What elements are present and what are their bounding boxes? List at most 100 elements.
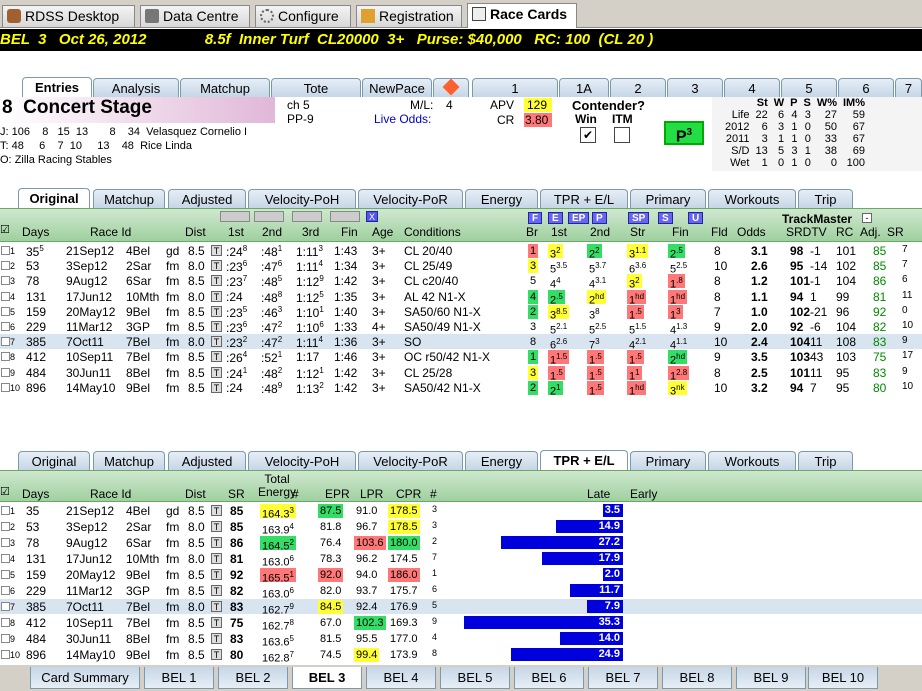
pp-tab-velocity-por[interactable]: Velocity-PoR — [358, 189, 463, 208]
tab-rdss-desktop[interactable]: RDSS Desktop — [2, 5, 135, 27]
bottom-tab-bel-6[interactable]: BEL 6 — [514, 667, 584, 689]
table-row[interactable]: 2 53 3Sep12 2Sar fm 8.0 T:236:476 1:114 1:34 3+ CL… — [0, 258, 922, 276]
row-checkbox[interactable] — [1, 586, 10, 595]
table-row[interactable]: 3 78 9Aug12 6Sar fm 8.5 T:237:485 1:129 1:42 3+ CL… — [0, 273, 922, 291]
table-row[interactable]: 9 484 30Jun11 8Bel fm 8.5 T:241:482 1:121 1:42 3+… — [0, 365, 922, 382]
tab-newpace[interactable]: NewPace — [362, 78, 432, 97]
tpr-select-all-checkbox[interactable]: ☑ — [0, 485, 10, 498]
tab-horse-3[interactable]: 3 — [667, 78, 723, 97]
pace-button-p[interactable]: P — [592, 212, 607, 224]
tpr-tab-adjusted[interactable]: Adjusted — [168, 451, 246, 470]
pace-button-s[interactable]: S — [658, 212, 673, 224]
row-checkbox[interactable] — [1, 261, 10, 271]
tab-horse-2[interactable]: 2 — [610, 78, 666, 97]
table-row[interactable]: 1 35 21Sep12 4Bel gd 8.5 T 85 164.33 87.5 91.0 178.… — [0, 503, 922, 521]
close-fractions-icon[interactable]: X — [366, 211, 378, 222]
itm-checkbox[interactable] — [614, 127, 630, 143]
tpr-tab-tpr-e-l[interactable]: TPR + E/L — [540, 450, 628, 471]
bottom-tab-card-summary[interactable]: Card Summary — [30, 667, 140, 689]
tab-race-cards[interactable]: Race Cards — [467, 3, 577, 28]
tab-horse-1a[interactable]: 1A — [559, 78, 609, 97]
pp-tab-primary[interactable]: Primary — [630, 189, 706, 208]
table-row[interactable]: 9 484 30Jun11 8Bel fm 8.5 T 83 163.65 81.5 95.5 177… — [0, 631, 922, 649]
row-checkbox[interactable] — [1, 291, 10, 301]
tab-matchup[interactable]: Matchup — [180, 78, 270, 97]
table-row[interactable]: 4 131 17Jun12 10Mth fm 8.0 T 81 163.06 78.3 96.2 17… — [0, 551, 922, 569]
bottom-tab-bel-5[interactable]: BEL 5 — [440, 667, 510, 689]
table-row[interactable]: 6 229 11Mar12 3GP fm 8.5 T 82 163.06 82.0 93.7 175.… — [0, 583, 922, 601]
select-all-checkbox[interactable]: ☑ — [0, 223, 10, 236]
bottom-tab-bel-10[interactable]: BEL 10 — [808, 667, 878, 689]
row-checkbox[interactable] — [1, 522, 10, 531]
tpr-tab-original[interactable]: Original — [18, 451, 90, 470]
tab-horse-4[interactable]: 4 — [724, 78, 780, 97]
row-checkbox[interactable] — [1, 554, 10, 563]
tpr-tab-matchup[interactable]: Matchup — [93, 451, 165, 470]
row-checkbox[interactable] — [1, 246, 10, 255]
table-row[interactable]: 1 355 21Sep12 4Bel gd 8.5 T:248:481 1:113 1:43 3+… — [0, 243, 922, 261]
pp-tab-velocity-poh[interactable]: Velocity-PoH — [248, 189, 356, 208]
table-row[interactable]: 7 385 7Oct11 7Bel fm 8.0 T 83 162.79 84.5 92.4 176.… — [0, 599, 922, 617]
pp-tab-original[interactable]: Original — [18, 188, 90, 209]
bottom-tab-bel-9[interactable]: BEL 9 — [736, 667, 806, 689]
bottom-tab-bel-8[interactable]: BEL 8 — [662, 667, 732, 689]
tab-entries[interactable]: Entries — [22, 77, 92, 98]
tpr-tab-trip[interactable]: Trip — [798, 451, 853, 470]
fraction-2-button[interactable] — [254, 211, 284, 222]
row-checkbox[interactable] — [1, 570, 10, 579]
row-checkbox[interactable] — [1, 382, 10, 392]
table-row[interactable]: 5 159 20May12 9Bel fm 8.5 T:235:463 1:101 1:40 3+… — [0, 304, 922, 321]
pp-tab-workouts[interactable]: Workouts — [708, 189, 796, 208]
pace-button-sp[interactable]: SP — [628, 212, 650, 224]
pace-button-e[interactable]: E — [548, 212, 563, 224]
p3-button[interactable]: P3 — [664, 121, 704, 145]
tab-data-centre[interactable]: Data Centre — [140, 5, 250, 27]
bottom-tab-bel-3[interactable]: BEL 3 — [292, 667, 362, 689]
row-checkbox[interactable] — [1, 506, 10, 515]
pp-tab-energy[interactable]: Energy — [465, 189, 538, 208]
tab-pace-icon[interactable] — [433, 78, 469, 97]
row-checkbox[interactable] — [1, 538, 10, 547]
pace-button-f[interactable]: F — [528, 212, 543, 224]
tab-horse-5[interactable]: 5 — [781, 78, 837, 97]
tab-tote[interactable]: Tote — [271, 78, 361, 97]
row-checkbox[interactable] — [1, 352, 10, 362]
table-row[interactable]: 10 896 14May10 9Bel fm 8.5 T:24:489 1:132 1:42 3+… — [0, 380, 922, 397]
table-row[interactable]: 6 229 11Mar12 3GP fm 8.5 T:236:472 1:106 1:33 4+ S… — [0, 319, 922, 337]
tab-analysis[interactable]: Analysis — [93, 78, 179, 97]
collapse-button[interactable]: - — [862, 213, 872, 223]
pp-tab-adjusted[interactable]: Adjusted — [168, 189, 246, 208]
pp-tab-trip[interactable]: Trip — [798, 189, 853, 208]
row-checkbox[interactable] — [1, 618, 10, 627]
table-row[interactable]: 2 53 3Sep12 2Sar fm 8.0 T 85 163.94 81.8 96.7 178.5… — [0, 519, 922, 537]
row-checkbox[interactable] — [1, 634, 10, 643]
tpr-tab-velocity-por[interactable]: Velocity-PoR — [358, 451, 463, 470]
tpr-tab-energy[interactable]: Energy — [465, 451, 538, 470]
fraction-1-button[interactable] — [220, 211, 250, 222]
row-checkbox[interactable] — [1, 337, 10, 347]
tpr-tab-workouts[interactable]: Workouts — [708, 451, 796, 470]
table-row[interactable]: 3 78 9Aug12 6Sar fm 8.5 T 86 164.52 76.4 103.6 180.… — [0, 535, 922, 553]
pp-tab-matchup[interactable]: Matchup — [93, 189, 165, 208]
tab-registration[interactable]: Registration — [356, 5, 462, 27]
tab-horse-7[interactable]: 7 — [895, 78, 922, 97]
fraction-4-button[interactable] — [330, 211, 360, 222]
table-row[interactable]: 8 412 10Sep11 7Bel fm 8.5 T:264:521 1:17 1:46 3+ O… — [0, 349, 922, 367]
tpr-tab-velocity-poh[interactable]: Velocity-PoH — [248, 451, 356, 470]
tab-horse-1[interactable]: 1 — [472, 78, 558, 97]
win-checkbox[interactable]: ✔ — [580, 127, 596, 143]
row-checkbox[interactable] — [1, 367, 10, 377]
row-checkbox[interactable] — [1, 322, 10, 331]
row-checkbox[interactable] — [1, 650, 10, 659]
bottom-tab-bel-4[interactable]: BEL 4 — [366, 667, 436, 689]
row-checkbox[interactable] — [1, 276, 10, 286]
pp-tab-tpr-e-l[interactable]: TPR + E/L — [540, 189, 628, 208]
bottom-tab-bel-7[interactable]: BEL 7 — [588, 667, 658, 689]
pace-button-ep[interactable]: EP — [568, 212, 590, 224]
table-row[interactable]: 8 412 10Sep11 7Bel fm 8.5 T 75 162.78 67.0 102.3 16… — [0, 615, 922, 633]
bottom-tab-bel-1[interactable]: BEL 1 — [144, 667, 214, 689]
bottom-tab-bel-2[interactable]: BEL 2 — [218, 667, 288, 689]
tab-horse-6[interactable]: 6 — [838, 78, 894, 97]
row-checkbox[interactable] — [1, 306, 10, 316]
tpr-tab-primary[interactable]: Primary — [630, 451, 706, 470]
